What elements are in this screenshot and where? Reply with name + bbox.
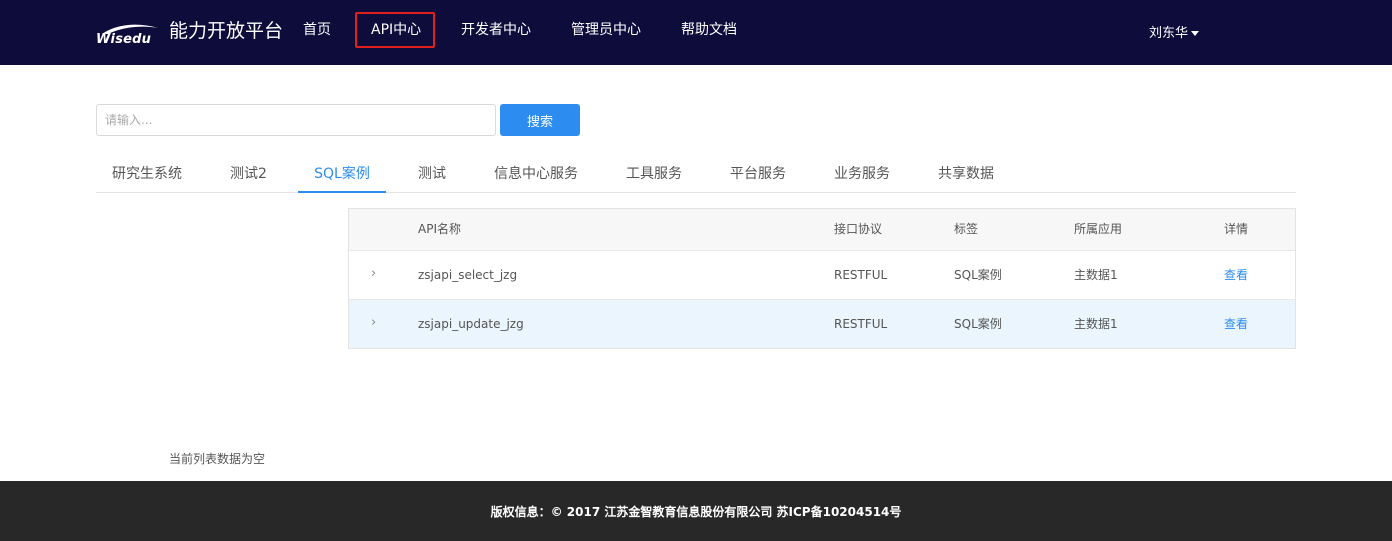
top-navbar: Wisedu 能力开放平台 首页 API中心 开发者中心 管理员中心 帮助文档 … bbox=[0, 0, 1392, 65]
table-row[interactable]: › zsjapi_update_jzg RESTFUL SQL案例 主数据1 查… bbox=[349, 300, 1295, 348]
platform-title: 能力开放平台 bbox=[169, 20, 284, 42]
table-row[interactable]: › zsjapi_select_jzg RESTFUL SQL案例 主数据1 查… bbox=[349, 251, 1295, 300]
col-tag: 标签 bbox=[954, 222, 979, 236]
expand-chevron-icon[interactable]: › bbox=[371, 300, 376, 346]
nav-developer-center[interactable]: 开发者中心 bbox=[461, 20, 531, 40]
view-detail-link[interactable]: 查看 bbox=[1224, 251, 1248, 299]
api-tag: SQL案例 bbox=[954, 317, 1002, 331]
tab-info-center-service[interactable]: 信息中心服务 bbox=[494, 158, 578, 191]
tab-test[interactable]: 测试 bbox=[418, 158, 446, 191]
tab-shared-data[interactable]: 共享数据 bbox=[938, 158, 994, 191]
nav-api-center[interactable]: API中心 bbox=[371, 20, 421, 40]
api-name: zsjapi_select_jzg bbox=[418, 268, 518, 282]
api-app: 主数据1 bbox=[1074, 268, 1118, 282]
tab-graduate-system[interactable]: 研究生系统 bbox=[112, 158, 182, 191]
table-header: API名称 接口协议 标签 所属应用 详情 bbox=[349, 209, 1295, 251]
copyright-text: 版权信息：© 2017 江苏金智教育信息股份有限公司 苏ICP备10204514… bbox=[490, 505, 902, 519]
api-protocol: RESTFUL bbox=[834, 317, 888, 331]
api-tag: SQL案例 bbox=[954, 268, 1002, 282]
tab-business-service[interactable]: 业务服务 bbox=[834, 158, 890, 191]
api-name: zsjapi_update_jzg bbox=[418, 317, 524, 331]
tab-sql-cases[interactable]: SQL案例 bbox=[298, 158, 386, 193]
user-name: 刘东华 bbox=[1149, 26, 1189, 41]
nav-home[interactable]: 首页 bbox=[303, 20, 331, 40]
col-api-name: API名称 bbox=[418, 222, 461, 236]
api-table: API名称 接口协议 标签 所属应用 详情 › zsjapi_select_jz… bbox=[348, 208, 1296, 349]
search-button[interactable]: 搜索 bbox=[500, 104, 580, 136]
category-tabs: 研究生系统 测试2 SQL案例 测试 信息中心服务 工具服务 平台服务 业务服务… bbox=[96, 158, 1296, 193]
footer: 版权信息：© 2017 江苏金智教育信息股份有限公司 苏ICP备10204514… bbox=[0, 481, 1392, 541]
tab-tool-service[interactable]: 工具服务 bbox=[626, 158, 682, 191]
view-detail-link[interactable]: 查看 bbox=[1224, 300, 1248, 348]
col-protocol: 接口协议 bbox=[834, 222, 883, 236]
search-input[interactable] bbox=[96, 104, 496, 136]
logo-text: Wisedu bbox=[96, 32, 152, 47]
caret-down-icon bbox=[1191, 31, 1200, 36]
api-protocol: RESTFUL bbox=[834, 268, 888, 282]
tab-platform-service[interactable]: 平台服务 bbox=[730, 158, 786, 191]
col-detail: 详情 bbox=[1224, 222, 1249, 236]
api-app: 主数据1 bbox=[1074, 317, 1118, 331]
tab-test2[interactable]: 测试2 bbox=[230, 158, 267, 191]
empty-list-message: 当前列表数据为空 bbox=[169, 452, 266, 466]
wisedu-logo[interactable]: Wisedu bbox=[96, 22, 160, 48]
nav-help-docs[interactable]: 帮助文档 bbox=[681, 20, 737, 40]
col-app: 所属应用 bbox=[1074, 222, 1123, 236]
nav-admin-center[interactable]: 管理员中心 bbox=[571, 20, 641, 40]
user-menu[interactable]: 刘东华 bbox=[1149, 22, 1200, 41]
expand-chevron-icon[interactable]: › bbox=[371, 251, 376, 297]
